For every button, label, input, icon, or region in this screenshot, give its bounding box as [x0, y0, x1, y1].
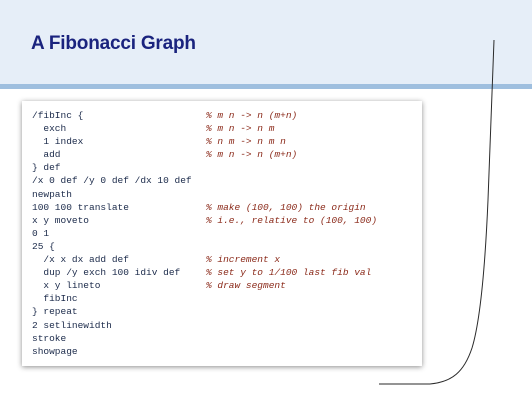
fibonacci-graph	[379, 39, 495, 385]
fibonacci-curve	[379, 39, 495, 385]
